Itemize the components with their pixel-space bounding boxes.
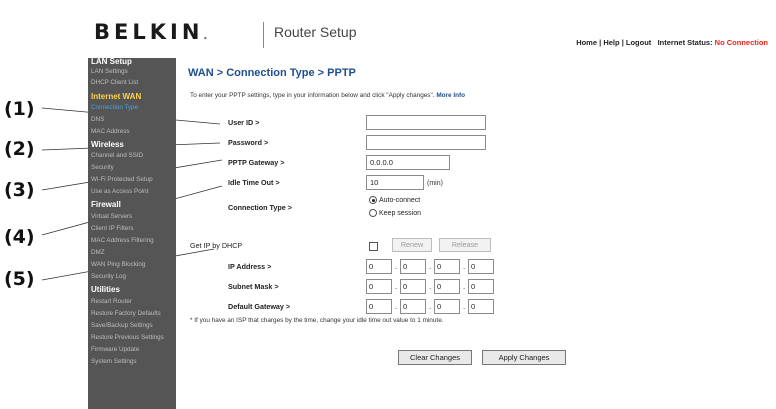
nav-separator: | [621, 38, 624, 47]
callout-5: (5) [4, 268, 35, 290]
top-nav: Home | Help | Logout Internet Status: No… [576, 38, 768, 47]
auto-connect-radio[interactable] [369, 196, 377, 204]
sidebar-section-firewall: Firewall [91, 200, 121, 209]
sidebar-item-system-settings[interactable]: System Settings [91, 358, 137, 365]
sidebar: LAN Setup LAN Settings DHCP Client List … [88, 57, 176, 409]
renew-button[interactable]: Renew [392, 238, 432, 252]
intro-instructions: To enter your PPTP settings, type in you… [190, 92, 435, 99]
gw-dot: . [429, 302, 432, 311]
ip-address-octet-1[interactable]: 0 [366, 259, 392, 274]
connection-type-label: Connection Type > [228, 203, 292, 212]
ip-address-octet-3[interactable]: 0 [434, 259, 460, 274]
more-info-link[interactable]: More Info [436, 92, 465, 99]
user-id-label: User ID > [228, 118, 260, 127]
sidebar-section-wireless: Wireless [91, 140, 124, 149]
idle-time-note: * If you have an ISP that charges by the… [190, 317, 444, 324]
sidebar-item-dmz[interactable]: DMZ [91, 249, 105, 256]
mask-dot: . [463, 282, 466, 291]
sidebar-item-mac-address-filtering[interactable]: MAC Address Filtering [91, 237, 154, 244]
sidebar-item-wifi-protected-setup[interactable]: Wi-Fi Protected Setup [91, 176, 153, 183]
nav-home-link[interactable]: Home [576, 38, 597, 47]
pptp-gateway-input[interactable] [366, 155, 450, 170]
ip-dot: . [463, 262, 466, 271]
subnet-mask-octet-3[interactable]: 0 [434, 279, 460, 294]
nav-separator: | [599, 38, 602, 47]
internet-status-label: Internet Status: [657, 38, 713, 47]
sidebar-item-security[interactable]: Security [91, 164, 114, 171]
get-ip-by-dhcp-label: Get IP by DHCP [190, 241, 243, 250]
user-id-input[interactable] [366, 115, 486, 130]
callout-1: (1) [4, 98, 35, 120]
password-label: Password > [228, 138, 269, 147]
sidebar-item-channel-ssid[interactable]: Channel and SSID [91, 152, 143, 159]
sidebar-item-virtual-servers[interactable]: Virtual Servers [91, 213, 132, 220]
sidebar-item-dhcp-client-list[interactable]: DHCP Client List [91, 79, 138, 86]
keep-session-label: Keep session [379, 209, 422, 217]
sidebar-item-wan-ping-blocking[interactable]: WAN Ping Blocking [91, 261, 145, 268]
intro-text: To enter your PPTP settings, type in you… [190, 92, 465, 99]
sidebar-item-lan-settings[interactable]: LAN Settings [91, 68, 128, 75]
keep-session-radio[interactable] [369, 209, 377, 217]
subnet-mask-octet-4[interactable]: 0 [468, 279, 494, 294]
default-gateway-octet-2[interactable]: 0 [400, 299, 426, 314]
password-input[interactable] [366, 135, 486, 150]
default-gateway-octet-4[interactable]: 0 [468, 299, 494, 314]
sidebar-item-restart-router[interactable]: Restart Router [91, 298, 132, 305]
sidebar-item-dns[interactable]: DNS [91, 116, 104, 123]
sidebar-item-mac-address[interactable]: MAC Address [91, 128, 130, 135]
mask-dot: . [429, 282, 432, 291]
sidebar-item-restore-previous-settings[interactable]: Restore Previous Settings [91, 334, 164, 341]
belkin-logo: BELKIN. [94, 20, 208, 44]
get-ip-by-dhcp-checkbox[interactable] [369, 242, 378, 251]
callout-2: (2) [4, 138, 35, 160]
sidebar-section-internet-wan[interactable]: Internet WAN [91, 92, 141, 101]
default-gateway-octet-3[interactable]: 0 [434, 299, 460, 314]
pptp-gateway-label: PPTP Gateway > [228, 158, 285, 167]
idle-time-out-unit: (min) [427, 180, 443, 187]
ip-address-octet-4[interactable]: 0 [468, 259, 494, 274]
app-title: Router Setup [274, 24, 357, 40]
idle-time-out-label: Idle Time Out > [228, 178, 280, 187]
nav-logout-link[interactable]: Logout [626, 38, 651, 47]
default-gateway-octet-1[interactable]: 0 [366, 299, 392, 314]
gw-dot: . [463, 302, 466, 311]
sidebar-section-utilities: Utilities [91, 285, 120, 294]
sidebar-item-restore-factory-defaults[interactable]: Restore Factory Defaults [91, 310, 161, 317]
sidebar-item-use-as-access-point[interactable]: Use as Access Point [91, 188, 148, 195]
callout-3: (3) [4, 179, 35, 201]
apply-changes-button[interactable]: Apply Changes [482, 350, 566, 365]
auto-connect-option[interactable]: Auto-connect [369, 196, 420, 204]
auto-connect-label: Auto-connect [379, 196, 421, 204]
page-title: WAN > Connection Type > PPTP [188, 67, 356, 79]
ip-dot: . [429, 262, 432, 271]
keep-session-option[interactable]: Keep session [369, 209, 421, 217]
subnet-mask-octet-1[interactable]: 0 [366, 279, 392, 294]
idle-time-out-input[interactable] [366, 175, 424, 190]
subnet-mask-octet-2[interactable]: 0 [400, 279, 426, 294]
sidebar-item-client-ip-filters[interactable]: Client IP Filters [91, 225, 134, 232]
sidebar-item-save-backup-settings[interactable]: Save/Backup Settings [91, 322, 153, 329]
sidebar-item-security-log[interactable]: Security Log [91, 273, 126, 280]
ip-address-label: IP Address > [228, 262, 272, 271]
sidebar-section-lan-setup: LAN Setup [91, 57, 132, 66]
release-button[interactable]: Release [439, 238, 491, 252]
subnet-mask-label: Subnet Mask > [228, 282, 279, 291]
sidebar-item-connection-type[interactable]: Connection Type [91, 104, 138, 111]
main-content: WAN > Connection Type > PPTP To enter yo… [176, 58, 776, 409]
ip-dot: . [395, 262, 398, 271]
ip-address-octet-2[interactable]: 0 [400, 259, 426, 274]
header: BELKIN. Router Setup Home | Help | Logou… [88, 18, 776, 58]
clear-changes-button[interactable]: Clear Changes [398, 350, 472, 365]
internet-status-value: No Connection [714, 38, 768, 47]
default-gateway-label: Default Gateway > [228, 302, 291, 311]
mask-dot: . [395, 282, 398, 291]
sidebar-item-firmware-update[interactable]: Firmware Update [91, 346, 139, 353]
header-divider [263, 22, 264, 48]
gw-dot: . [395, 302, 398, 311]
callout-4: (4) [4, 226, 35, 248]
nav-help-link[interactable]: Help [603, 38, 619, 47]
